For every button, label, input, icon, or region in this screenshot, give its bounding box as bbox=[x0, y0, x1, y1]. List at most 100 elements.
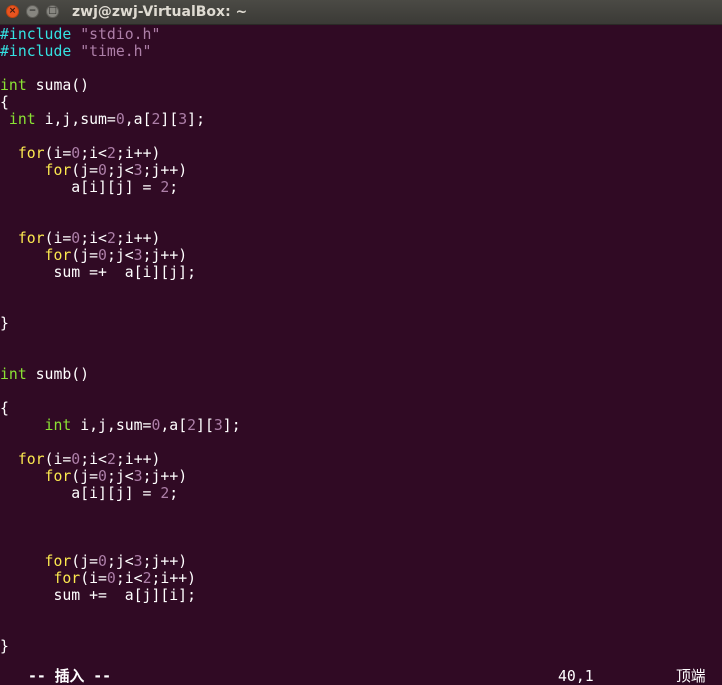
code-line[interactable]: { bbox=[0, 400, 722, 417]
window-title: zwj@zwj-VirtualBox: ~ bbox=[72, 4, 248, 20]
code-token-text: ;i< bbox=[80, 230, 107, 247]
code-token-text: { bbox=[0, 400, 9, 417]
code-line[interactable]: for(i=0;i<2;i++) bbox=[0, 145, 722, 162]
code-token-text: { bbox=[0, 94, 9, 111]
code-line[interactable]: for(j=0;j<3;j++) bbox=[0, 468, 722, 485]
maximize-button[interactable]: □ bbox=[46, 5, 59, 18]
scroll-position: 顶端 bbox=[676, 668, 706, 685]
code-token-type: int bbox=[44, 417, 72, 434]
code-line[interactable] bbox=[0, 349, 722, 366]
code-line[interactable]: #include "time.h" bbox=[0, 43, 722, 60]
code-line[interactable]: for(i=0;i<2;i++) bbox=[0, 451, 722, 468]
code-token-number: 3 bbox=[133, 247, 143, 264]
code-line[interactable] bbox=[0, 60, 722, 77]
code-token-number: 0 bbox=[106, 570, 116, 587]
code-line[interactable]: for(j=0;j<3;j++) bbox=[0, 553, 722, 570]
code-token-text: sum =+ a[i][j]; bbox=[0, 264, 196, 281]
code-line[interactable]: a[i][j] = 2; bbox=[0, 485, 722, 502]
code-line[interactable] bbox=[0, 502, 722, 519]
code-token-text: ;j< bbox=[106, 553, 134, 570]
code-token-number: 2 bbox=[160, 485, 170, 502]
code-line[interactable] bbox=[0, 434, 722, 451]
code-token-number: 2 bbox=[106, 145, 116, 162]
close-button[interactable]: × bbox=[6, 5, 19, 18]
code-token-text: sumb() bbox=[26, 366, 90, 383]
code-line[interactable]: a[i][j] = 2; bbox=[0, 179, 722, 196]
code-token-text: ][ bbox=[196, 417, 214, 434]
code-token-text: (i= bbox=[44, 451, 72, 468]
code-token-number: 3 bbox=[133, 468, 143, 485]
code-token-text: ;i++) bbox=[115, 230, 161, 247]
code-token-text: sum += a[j][i]; bbox=[0, 587, 196, 604]
code-token-text: (i= bbox=[44, 230, 72, 247]
code-line[interactable]: for(j=0;j<3;j++) bbox=[0, 162, 722, 179]
code-line[interactable]: sum += a[j][i]; bbox=[0, 587, 722, 604]
code-token-text: ;i++) bbox=[115, 145, 161, 162]
code-token-keyword: for bbox=[17, 451, 45, 468]
code-line[interactable]: int i,j,sum=0,a[2][3]; bbox=[0, 417, 722, 434]
code-token-number: 2 bbox=[106, 451, 116, 468]
code-token-text: ;j++) bbox=[142, 162, 188, 179]
code-line[interactable]: sum =+ a[i][j]; bbox=[0, 264, 722, 281]
minimize-button[interactable]: − bbox=[26, 5, 39, 18]
code-token-text: (j= bbox=[71, 468, 99, 485]
code-line[interactable]: for(i=0;i<2;i++) bbox=[0, 230, 722, 247]
code-token-keyword: for bbox=[44, 553, 72, 570]
code-token-number: 3 bbox=[213, 417, 223, 434]
code-token-number: 0 bbox=[98, 468, 107, 485]
code-token-text: ;i++) bbox=[151, 570, 197, 587]
code-line[interactable] bbox=[0, 213, 722, 230]
code-line[interactable] bbox=[0, 281, 722, 298]
code-token-text: ,a[ bbox=[124, 111, 152, 128]
vim-status-line: -- 插入 -- 40,1 顶端 bbox=[0, 668, 722, 685]
code-line[interactable] bbox=[0, 604, 722, 621]
code-token-text: ;j++) bbox=[142, 553, 188, 570]
code-token-text: i,j,sum= bbox=[71, 417, 152, 434]
code-token-number: 3 bbox=[178, 111, 188, 128]
code-token-text: a[i][j] = bbox=[0, 179, 161, 196]
code-line[interactable] bbox=[0, 128, 722, 145]
code-token-text: a[i][j] = bbox=[0, 485, 161, 502]
code-token-text: (i= bbox=[80, 570, 107, 587]
code-line[interactable]: { bbox=[0, 94, 722, 111]
code-line[interactable]: #include "stdio.h" bbox=[0, 26, 722, 43]
code-token-text: i,j,sum= bbox=[35, 111, 116, 128]
code-token-keyword: for bbox=[44, 247, 72, 264]
code-token-number: 0 bbox=[98, 553, 107, 570]
code-token-preproc: #include bbox=[0, 26, 81, 43]
code-line[interactable]: for(j=0;j<3;j++) bbox=[0, 247, 722, 264]
code-token-text: ;j++) bbox=[142, 247, 188, 264]
code-token-number: 2 bbox=[160, 179, 170, 196]
code-token-text: ; bbox=[169, 179, 179, 196]
code-line[interactable]: for(i=0;i<2;i++) bbox=[0, 570, 722, 587]
code-line[interactable]: int suma() bbox=[0, 77, 722, 94]
title-bar[interactable]: × − □ zwj@zwj-VirtualBox: ~ bbox=[0, 0, 722, 25]
code-token-text: ;j++) bbox=[142, 468, 188, 485]
code-line[interactable] bbox=[0, 621, 722, 638]
code-line[interactable]: int sumb() bbox=[0, 366, 722, 383]
code-token-string: "stdio.h" bbox=[80, 26, 161, 43]
code-token-type: int bbox=[0, 366, 27, 383]
code-line[interactable]: } bbox=[0, 315, 722, 332]
code-token-text: ;i< bbox=[80, 145, 107, 162]
code-token-number: 2 bbox=[142, 570, 152, 587]
code-line[interactable] bbox=[0, 536, 722, 553]
code-token-keyword: for bbox=[17, 145, 45, 162]
code-token-keyword: for bbox=[53, 570, 81, 587]
code-line[interactable] bbox=[0, 298, 722, 315]
code-line[interactable] bbox=[0, 383, 722, 400]
code-line[interactable] bbox=[0, 332, 722, 349]
code-line[interactable]: } bbox=[0, 638, 722, 655]
code-line[interactable]: int i,j,sum=0,a[2][3]; bbox=[0, 111, 722, 128]
code-line[interactable] bbox=[0, 196, 722, 213]
code-line[interactable] bbox=[0, 519, 722, 536]
vim-editor[interactable]: #include "stdio.h" #include "time.h" int s… bbox=[0, 26, 722, 670]
insert-mode-indicator: -- 插入 -- bbox=[28, 668, 112, 685]
code-token-number: 2 bbox=[187, 417, 197, 434]
code-token-text: } bbox=[0, 315, 9, 332]
